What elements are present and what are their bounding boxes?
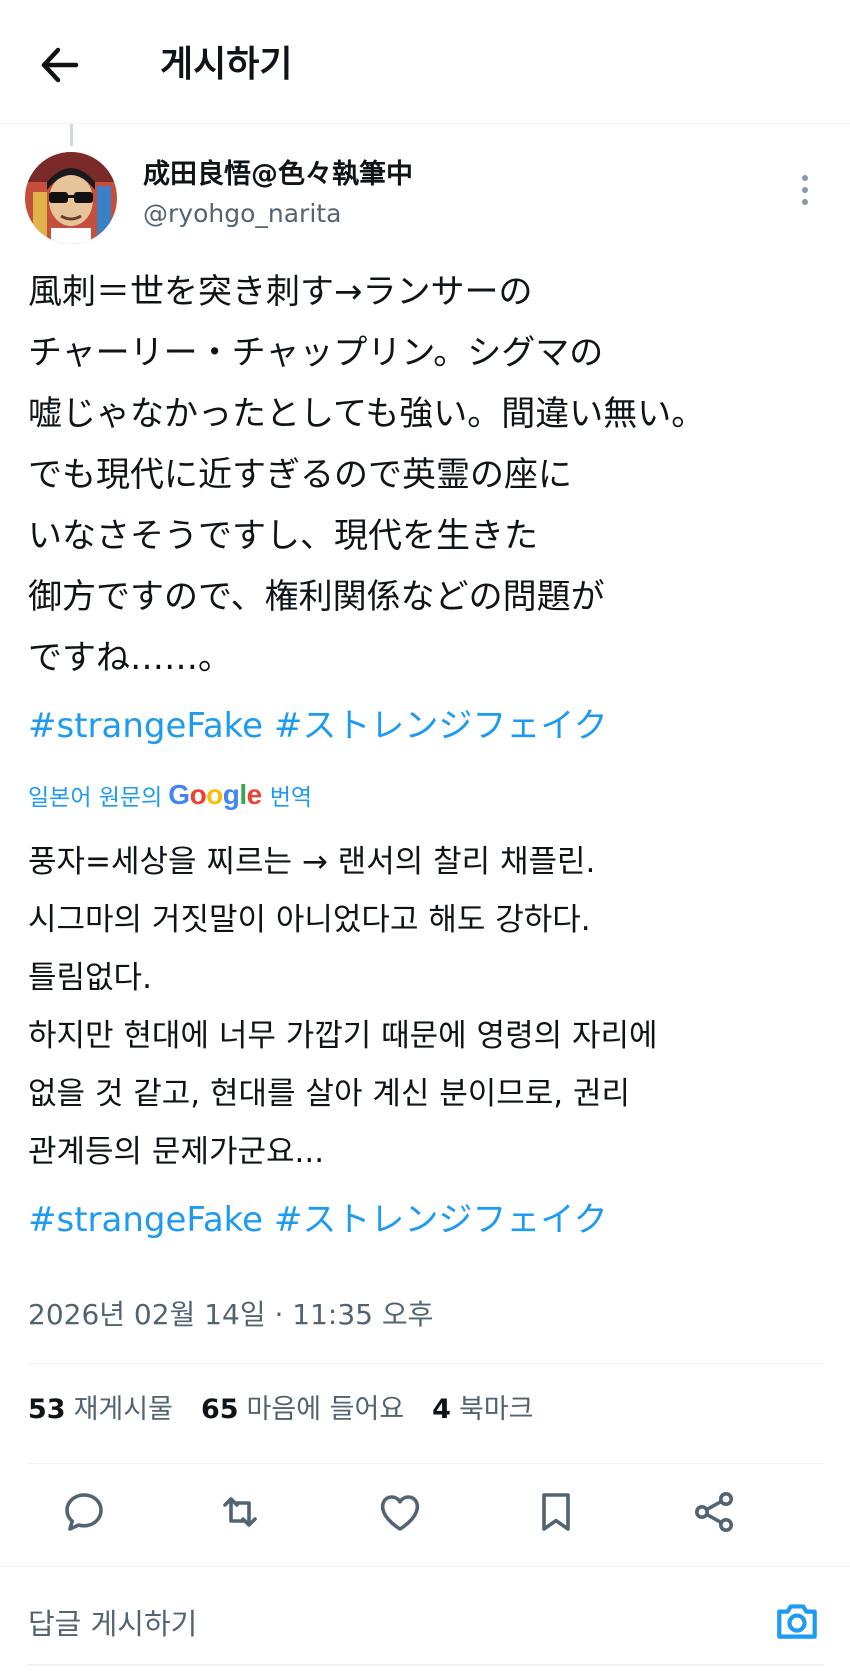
reply-input[interactable]: 답글 게시하기 — [28, 1604, 197, 1644]
hashtag-link[interactable]: #strangeFake — [28, 1200, 263, 1240]
bookmarks-label: 북마크 — [458, 1394, 534, 1425]
profile-avatar — [25, 152, 117, 244]
translation-label[interactable]: 일본어 원문의 Google 번역 — [28, 775, 312, 815]
translated-text: 풍자=세상을 찌르는 → 랜서의 찰리 채플린. 시그마의 거짓말이 아니었다고… — [28, 844, 658, 1170]
thread-line — [70, 124, 73, 146]
camera-button[interactable] — [772, 1596, 822, 1646]
google-logo: Google — [168, 779, 262, 810]
hashtag-link[interactable]: #ストレンジフェイク — [274, 706, 608, 746]
arrow-left-icon — [41, 47, 79, 83]
repost-button[interactable] — [216, 1488, 264, 1536]
likes-stat[interactable]: 65 마음에 들어요 — [201, 1390, 404, 1430]
post-timestamp[interactable]: 2026년 02월 14일 · 11:35 오후 — [28, 1295, 433, 1335]
divider — [28, 1463, 824, 1464]
back-button[interactable] — [36, 40, 90, 90]
likes-count: 65 — [200, 1394, 239, 1425]
bottom-divider — [28, 1664, 824, 1666]
top-bar: 게시하기 — [0, 0, 850, 124]
reposts-count: 53 — [28, 1394, 66, 1425]
author-handle[interactable]: @ryohgo_narita — [143, 197, 341, 231]
reposts-label: 재게시물 — [73, 1394, 173, 1425]
likes-label: 마음에 들어요 — [246, 1394, 405, 1425]
reposts-stat[interactable]: 53 재게시물 — [28, 1390, 173, 1430]
post-text: 風刺＝世を突き刺す→ランサーの チャーリー・チャップリン。シグマの 嘘じゃなかっ… — [28, 272, 706, 678]
share-button[interactable] — [690, 1488, 738, 1536]
engagement-stats: 53 재게시물 65 마음에 들어요 4 북마크 — [28, 1390, 561, 1430]
more-vertical-icon — [802, 175, 808, 205]
reply-button[interactable] — [60, 1488, 108, 1536]
bookmarks-count: 4 — [432, 1394, 451, 1425]
translation-label-prefix: 일본어 원문의 — [28, 785, 163, 811]
divider — [28, 1363, 824, 1364]
repost-icon — [223, 1497, 257, 1527]
like-button[interactable] — [376, 1488, 424, 1536]
translation-label-suffix: 번역 — [269, 785, 313, 811]
camera-icon — [777, 1604, 817, 1639]
bookmark-button[interactable] — [532, 1488, 580, 1536]
translated-hashtags: #strangeFake #ストレンジフェイク — [28, 1197, 608, 1243]
avatar[interactable] — [25, 152, 117, 244]
hashtag-link[interactable]: #strangeFake — [28, 706, 263, 746]
hashtag-link[interactable]: #ストレンジフェイク — [274, 1200, 608, 1240]
bookmarks-stat[interactable]: 4 북마크 — [432, 1390, 533, 1430]
bookmark-icon — [542, 1493, 570, 1531]
hashtags: #strangeFake #ストレンジフェイク — [28, 703, 608, 749]
heart-icon — [380, 1495, 420, 1531]
author-display-name[interactable]: 成田良悟@色々執筆中 — [143, 157, 413, 193]
share-icon — [695, 1492, 733, 1532]
reply-icon — [65, 1493, 103, 1531]
page-title: 게시하기 — [160, 44, 293, 85]
more-options-button[interactable] — [790, 170, 820, 210]
